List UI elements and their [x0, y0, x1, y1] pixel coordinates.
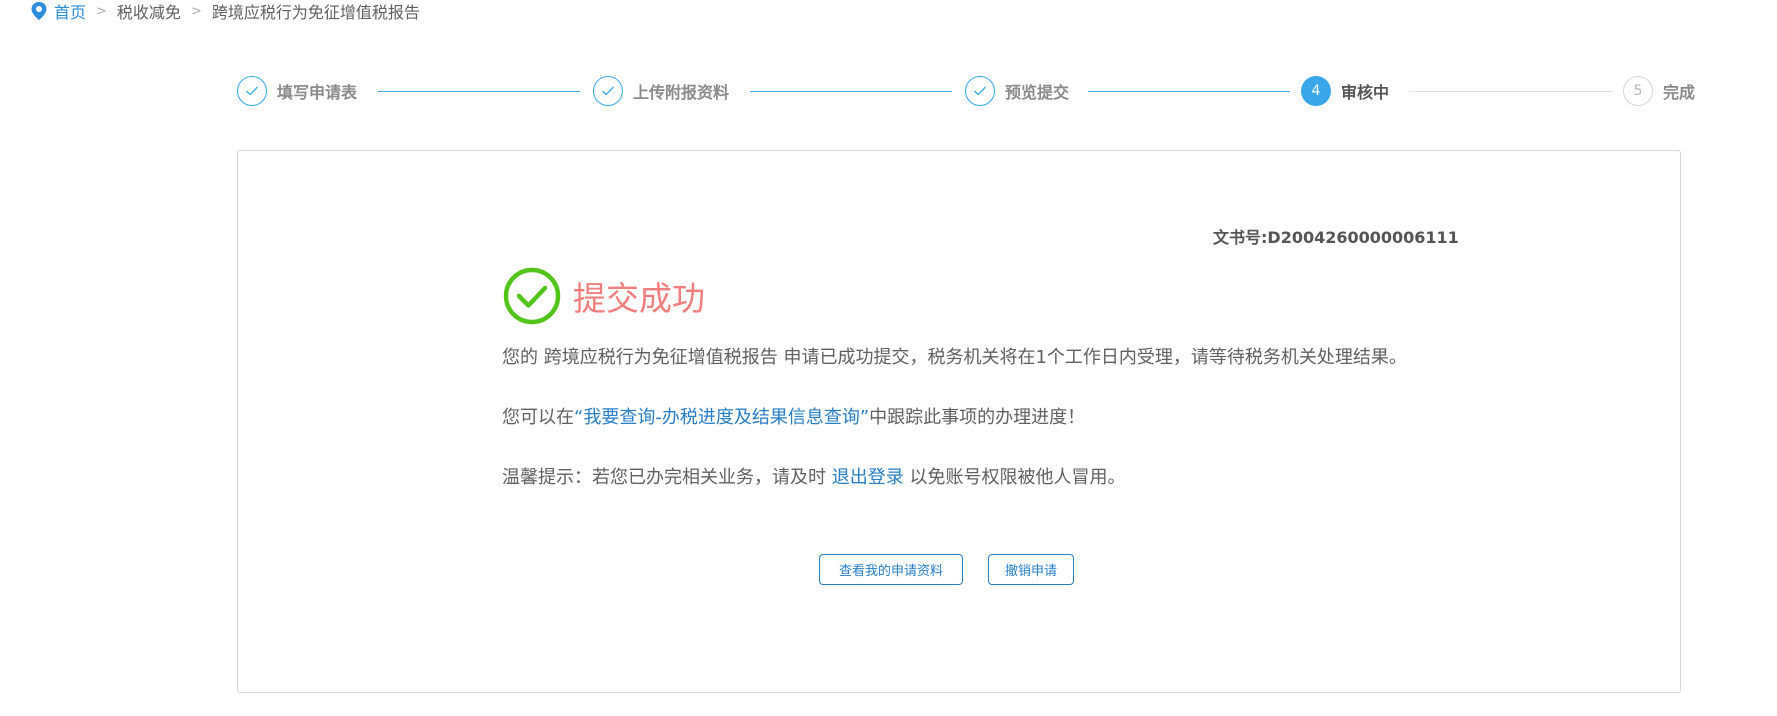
query-progress-link[interactable]: “我要查询-办税进度及结果信息查询” — [574, 407, 869, 428]
breadcrumb-tax-relief: 税收减免 — [116, 3, 181, 22]
document-number-value: D2004260000006111 — [1267, 228, 1459, 247]
step-under-review: 4 审核中 — [1301, 75, 1389, 107]
result-panel: 文书号:D2004260000006111 提交成功 您的 跨境应税行为免征增值… — [237, 150, 1681, 693]
step-complete: 5 完成 — [1623, 75, 1695, 107]
breadcrumb-separator: > — [96, 3, 107, 19]
step-connector — [378, 91, 580, 92]
success-header: 提交成功 — [503, 267, 705, 325]
logout-tip-prefix: 温馨提示：若您已办完相关业务，请及时 — [502, 467, 832, 488]
logout-tip: 温馨提示：若您已办完相关业务，请及时 退出登录 以免账号权限被他人冒用。 — [502, 463, 1125, 489]
step-label: 填写申请表 — [277, 83, 358, 102]
step-label: 完成 — [1663, 83, 1696, 102]
step-upload-materials: 上传附报资料 — [593, 75, 729, 107]
step-connector — [1088, 91, 1290, 92]
document-number: 文书号:D2004260000006111 — [1213, 224, 1459, 248]
step-label: 预览提交 — [1005, 83, 1070, 102]
step-fill-form: 填写申请表 — [237, 75, 357, 107]
step-preview-submit: 预览提交 — [965, 75, 1069, 107]
check-icon — [237, 76, 267, 106]
step-number: 5 — [1623, 76, 1653, 106]
cancel-application-button[interactable]: 撤销申请 — [988, 554, 1074, 585]
document-number-label: 文书号: — [1213, 228, 1268, 247]
progress-steps: 填写申请表 上传附报资料 预览提交 4 审核中 5 完成 — [237, 75, 1695, 107]
step-label: 上传附报资料 — [633, 83, 730, 102]
query-hint: 您可以在“我要查询-办税进度及结果信息查询”中跟踪此事项的办理进度！ — [502, 403, 1085, 429]
breadcrumb-home-link[interactable]: 首页 — [54, 0, 86, 23]
submit-message: 您的 跨境应税行为免征增值税报告 申请已成功提交，税务机关将在1个工作日内受理，… — [502, 347, 1407, 368]
step-connector — [750, 91, 952, 92]
breadcrumb-current-page: 跨境应税行为免征增值税报告 — [211, 3, 420, 22]
check-icon — [593, 76, 623, 106]
location-pin-icon — [30, 1, 48, 21]
view-application-button[interactable]: 查看我的申请资料 — [819, 554, 963, 585]
query-hint-prefix: 您可以在 — [502, 407, 574, 428]
step-connector — [1409, 91, 1612, 92]
breadcrumb: 首页 > 税收减免 > 跨境应税行为免征增值税报告 — [30, 0, 420, 22]
step-number: 4 — [1301, 76, 1331, 106]
query-hint-suffix: 中跟踪此事项的办理进度！ — [869, 407, 1086, 428]
success-check-icon — [503, 267, 561, 325]
logout-link[interactable]: 退出登录 — [832, 467, 904, 488]
breadcrumb-separator: > — [190, 3, 202, 19]
success-title: 提交成功 — [573, 279, 705, 318]
logout-tip-suffix: 以免账号权限被他人冒用。 — [903, 467, 1126, 488]
step-label: 审核中 — [1341, 83, 1390, 102]
check-icon — [965, 76, 995, 106]
